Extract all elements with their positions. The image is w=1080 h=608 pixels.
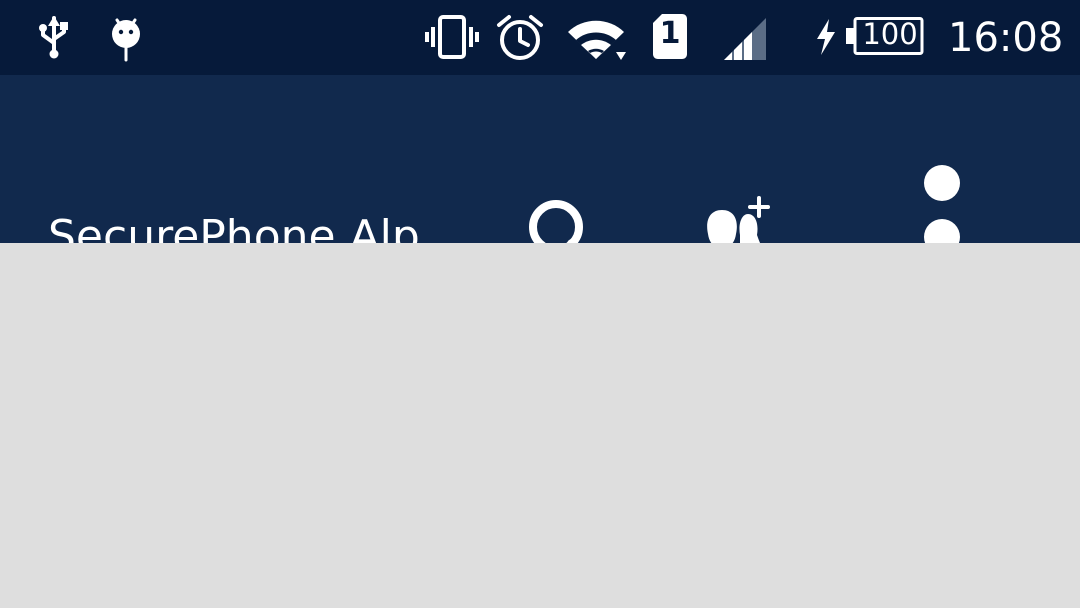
cellular-signal-icon: [724, 18, 766, 60]
alarm-icon: [497, 15, 543, 60]
sim-slot-label: 1: [659, 16, 681, 51]
main-content-area: [0, 243, 1080, 608]
charging-icon: [817, 19, 835, 55]
status-bar: 1 100 16:08: [0, 0, 1080, 75]
status-time: 16:08: [948, 15, 1064, 61]
vibrate-icon: [425, 15, 479, 59]
sim-card-icon: 1: [652, 12, 688, 61]
battery-level: 100: [862, 17, 918, 51]
android-debug-icon: [112, 18, 140, 62]
usb-icon: [39, 16, 68, 59]
app-bar: SecurePhone Alp…: [0, 75, 1080, 309]
wifi-icon: [568, 20, 626, 60]
battery-icon: 100: [846, 17, 924, 55]
